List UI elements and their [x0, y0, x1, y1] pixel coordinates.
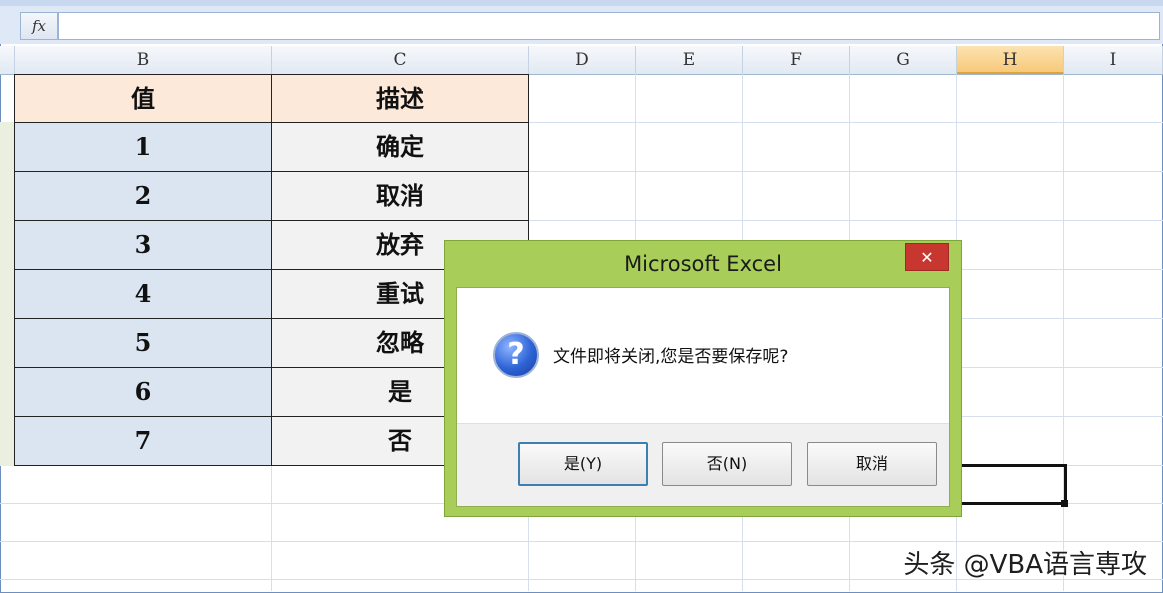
dialog-body: ? 文件即将关闭,您是否要保存呢? 是(Y) 否(N) 取消: [456, 287, 950, 507]
table-cell-value[interactable]: 1: [14, 122, 272, 172]
column-header-d[interactable]: D: [529, 46, 636, 74]
column-header-b[interactable]: B: [15, 46, 272, 74]
cancel-button[interactable]: 取消: [807, 442, 937, 486]
column-header-i[interactable]: I: [1064, 46, 1163, 74]
watermark-text: 头条 @VBA语言専攻: [903, 550, 1147, 580]
ribbon-strip: [0, 0, 1163, 6]
formula-bar: fx: [0, 0, 1163, 44]
table-cell-value[interactable]: 7: [14, 416, 272, 466]
table-cell-value[interactable]: 3: [14, 220, 272, 270]
column-header-g[interactable]: G: [850, 46, 957, 74]
table-cell-description[interactable]: 确定: [271, 122, 529, 172]
no-button[interactable]: 否(N): [662, 442, 792, 486]
question-icon: ?: [493, 332, 539, 378]
formula-input[interactable]: [58, 12, 1160, 40]
select-all-corner[interactable]: [0, 46, 15, 74]
active-cell-selection[interactable]: [955, 464, 1067, 505]
table-header-description[interactable]: 描述: [271, 74, 529, 123]
column-header-bar: B C D E F G H I: [0, 46, 1163, 75]
dialog-message: 文件即将关闭,您是否要保存呢?: [553, 347, 789, 367]
message-box-dialog: Microsoft Excel ✕ ? 文件即将关闭,您是否要保存呢? 是(Y)…: [444, 240, 962, 517]
column-header-e[interactable]: E: [636, 46, 743, 74]
column-header-h[interactable]: H: [957, 46, 1064, 74]
column-header-c[interactable]: C: [272, 46, 529, 74]
dialog-button-bar: 是(Y) 否(N) 取消: [457, 423, 949, 506]
yes-button[interactable]: 是(Y): [518, 442, 648, 486]
dialog-title: Microsoft Excel: [624, 252, 782, 276]
table-cell-value[interactable]: 2: [14, 171, 272, 221]
table-cell-value[interactable]: 5: [14, 318, 272, 368]
row-header-strip[interactable]: [0, 122, 15, 466]
table-cell-value[interactable]: 4: [14, 269, 272, 319]
fill-handle[interactable]: [1061, 500, 1068, 507]
table-header-value[interactable]: 值: [14, 74, 272, 123]
table-cell-value[interactable]: 6: [14, 367, 272, 417]
column-header-f[interactable]: F: [743, 46, 850, 74]
close-icon: ✕: [920, 248, 934, 267]
table-cell-description[interactable]: 取消: [271, 171, 529, 221]
insert-function-button[interactable]: fx: [20, 12, 58, 40]
close-button[interactable]: ✕: [905, 243, 949, 271]
